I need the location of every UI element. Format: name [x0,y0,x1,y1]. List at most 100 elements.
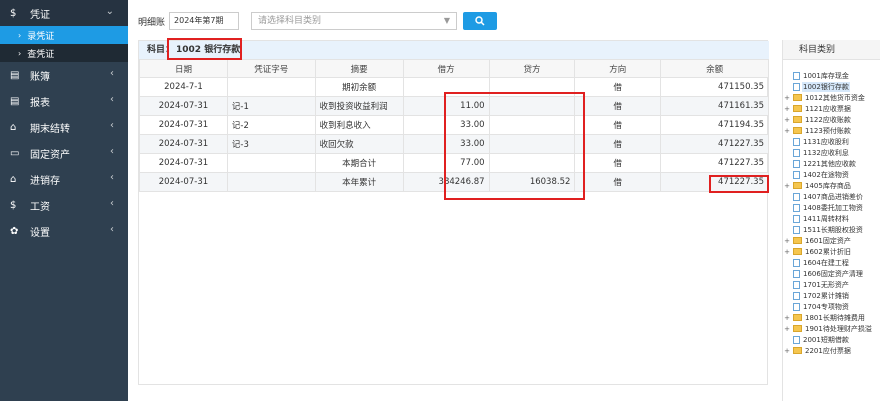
nav-label: 期末结转 [30,123,70,135]
tree-item[interactable]: 2001短期借款 [783,334,880,345]
expand-icon[interactable]: + [783,116,791,124]
nav-label: 凭证 [30,9,50,21]
subject-category-select[interactable]: 请选择科目类别 ▼ [251,12,458,30]
subject-tree: 1001库存现金 1002银行存款 +1012其他货币资金 +1121应收票据 +112… [783,60,880,356]
tree-item[interactable]: 1132应收利息 [783,147,880,158]
tree-item-label: 1402在途物资 [803,170,849,179]
nav-voucher[interactable]: $ 凭证 ⌄ [0,0,128,26]
tree-item-label: 2201应付票据 [805,346,851,355]
expand-icon[interactable]: + [783,325,791,333]
cell-date: 2024-7-1 [139,77,228,97]
expand-icon[interactable]: + [783,182,791,190]
chevron-right-icon: › [18,48,22,58]
tree-item[interactable]: +1801长期待摊费用 [783,312,880,323]
ledger-panel: 科目： 1002 银行存款 日期 凭证字号 摘要 借方 贷方 方向 余额 202… [138,38,769,385]
cell-balance: 471227.35 [660,153,769,173]
cell-voucher [226,172,316,192]
tree-item[interactable]: 1402在途物资 [783,169,880,180]
expand-icon[interactable]: + [783,248,791,256]
tree-item[interactable]: +1123预付账款 [783,125,880,136]
tree-item[interactable]: +1901待处理财产损溢 [783,323,880,334]
table-header: 日期 凭证字号 摘要 借方 贷方 方向 余额 [139,59,769,78]
chevron-left-icon: ‹ [110,224,114,235]
tree-item-label: 1408委托加工物资 [803,203,863,212]
nav-wages[interactable]: $ 工资 ‹ [0,192,128,218]
tree-item[interactable]: 1702累计摊销 [783,290,880,301]
monitor-icon: ▭ [10,147,20,159]
table-row[interactable]: 2024-07-31 本年累计 384246.87 16038.52 借 471… [139,172,769,192]
cell-voucher [226,77,316,97]
tree-item[interactable]: +1121应收票据 [783,103,880,114]
tree-item[interactable]: 1408委托加工物资 [783,202,880,213]
nav-fixed-assets[interactable]: ▭ 固定资产 ‹ [0,140,128,166]
cell-direction: 借 [574,153,662,173]
chevron-left-icon: ‹ [110,198,114,209]
file-icon [793,280,800,289]
tree-item-label: 1002银行存款 [802,81,850,92]
cell-voucher [226,153,316,173]
chevron-down-icon: ⌄ [105,6,114,17]
cell-summary: 本期合计 [314,153,404,173]
period-selector[interactable]: 2024年第7期 [169,12,240,30]
expand-icon[interactable]: + [783,237,791,245]
tree-item[interactable]: +1602累计折旧 [783,246,880,257]
nav-inventory[interactable]: ⌂ 进销存 ‹ [0,166,128,192]
tree-item[interactable]: +1012其他货币资金 [783,92,880,103]
home-icon: ⌂ [10,121,17,133]
nav-settings[interactable]: ✿ 设置 ‹ [0,218,128,244]
caret-down-icon: ▼ [443,16,451,25]
nav-period-close[interactable]: ⌂ 期末结转 ‹ [0,114,128,140]
search-button[interactable] [463,12,498,30]
chevron-right-icon: › [18,30,22,40]
tree-item[interactable]: +2201应付票据 [783,345,880,356]
tree-item[interactable]: 1701无形资产 [783,279,880,290]
folder-icon [793,248,802,255]
tree-item[interactable]: +1122应收账款 [783,114,880,125]
expand-icon[interactable]: + [783,314,791,322]
sub-item-label: 查凭证 [27,49,55,60]
chevron-left-icon: ‹ [110,146,114,157]
tree-item[interactable]: 1411周转材料 [783,213,880,224]
cell-debit: 33.00 [402,115,490,135]
col-header: 贷方 [488,59,576,78]
tree-item[interactable]: 1606固定资产清理 [783,268,880,279]
col-header: 日期 [139,59,228,78]
file-icon [793,225,800,234]
table-row[interactable]: 2024-07-31 记-2 收到利息收入 33.00 借 471194.35 [139,115,769,135]
cell-credit [488,77,576,97]
tree-item[interactable]: 1221其他应收款 [783,158,880,169]
cell-debit: 384246.87 [402,172,490,192]
tree-item[interactable]: +1405库存商品 [783,180,880,191]
col-header: 摘要 [314,59,404,78]
cell-credit [488,134,576,154]
subject-tree-panel: 科目类别 1001库存现金 1002银行存款 +1012其他货币资金 +1121应收票… [782,40,880,401]
ledger-table: 日期 凭证字号 摘要 借方 贷方 方向 余额 2024-7-1 期初余额 借 4… [139,59,769,192]
nav-books[interactable]: ▤ 账簿 ‹ [0,62,128,88]
tree-item[interactable]: 1407商品进销差价 [783,191,880,202]
tree-item[interactable]: 1604在建工程 [783,257,880,268]
tree-item[interactable]: 1511长期股权投资 [783,224,880,235]
subject-code-name: 1002 银行存款 [176,45,241,55]
folder-icon [793,347,802,354]
tree-item[interactable]: 1131应收股利 [783,136,880,147]
tree-item[interactable]: +1601固定资产 [783,235,880,246]
cell-balance: 471161.35 [660,96,769,116]
sub-item-enter-voucher[interactable]: › 录凭证 [0,26,128,44]
nav-label: 进销存 [30,175,60,187]
tree-item[interactable]: 1001库存现金 [783,70,880,81]
file-icon [793,192,800,201]
expand-icon[interactable]: + [783,105,791,113]
table-row[interactable]: 2024-07-31 记-3 收回欠款 33.00 借 471227.35 [139,134,769,154]
tree-item[interactable]: 1704专项物资 [783,301,880,312]
sub-item-query-voucher[interactable]: › 查凭证 [0,44,128,62]
table-row[interactable]: 2024-7-1 期初余额 借 471150.35 [139,77,769,97]
expand-icon[interactable]: + [783,347,791,355]
select-placeholder: 请选择科目类别 [258,16,322,26]
expand-icon[interactable]: + [783,127,791,135]
table-row[interactable]: 2024-07-31 记-1 收到投资收益利润 11.00 借 471161.3… [139,96,769,116]
expand-icon[interactable]: + [783,94,791,102]
table-row[interactable]: 2024-07-31 本期合计 77.00 借 471227.35 [139,153,769,173]
tree-item[interactable]: 1002银行存款 [783,81,880,92]
col-header: 余额 [660,59,769,78]
nav-reports[interactable]: ▤ 报表 ‹ [0,88,128,114]
